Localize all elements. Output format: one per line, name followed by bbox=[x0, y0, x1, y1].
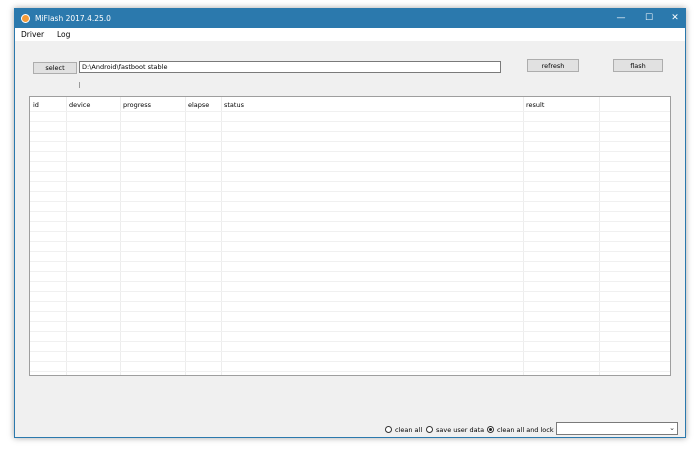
row-divider bbox=[30, 371, 670, 372]
column-header-device[interactable]: device bbox=[69, 101, 90, 109]
column-header-progress[interactable]: progress bbox=[123, 101, 151, 109]
row-divider bbox=[30, 231, 670, 232]
row-divider bbox=[30, 131, 670, 132]
row-divider bbox=[30, 361, 670, 362]
row-divider bbox=[30, 221, 670, 222]
row-divider bbox=[30, 281, 670, 282]
column-divider bbox=[599, 97, 600, 375]
app-window: MiFlash 2017.4.25.0 — ☐ ✕ Driver Log sel… bbox=[14, 8, 686, 438]
menu-log[interactable]: Log bbox=[57, 30, 70, 39]
chevron-down-icon[interactable]: ⌄ bbox=[669, 424, 675, 432]
radio-button[interactable] bbox=[426, 426, 433, 433]
row-divider bbox=[30, 261, 670, 262]
text-cursor bbox=[79, 82, 80, 88]
row-divider bbox=[30, 241, 670, 242]
row-divider bbox=[30, 171, 670, 172]
row-divider bbox=[30, 181, 670, 182]
row-divider bbox=[30, 161, 670, 162]
menu-bar: Driver Log bbox=[15, 28, 685, 41]
row-divider bbox=[30, 271, 670, 272]
row-divider bbox=[30, 301, 670, 302]
close-icon[interactable]: ✕ bbox=[661, 9, 689, 28]
row-divider bbox=[30, 201, 670, 202]
row-divider bbox=[30, 331, 670, 332]
device-table[interactable]: id device progress elapse status result bbox=[29, 96, 671, 376]
path-input[interactable] bbox=[79, 61, 501, 73]
radio-label: save user data bbox=[436, 426, 485, 434]
title-bar[interactable]: MiFlash 2017.4.25.0 — ☐ ✕ bbox=[15, 9, 685, 28]
row-divider bbox=[30, 211, 670, 212]
select-button[interactable]: select bbox=[33, 62, 77, 74]
row-divider bbox=[30, 121, 670, 122]
column-divider bbox=[120, 97, 121, 375]
radio-label: clean all bbox=[395, 426, 423, 434]
radio-label: clean all and lock bbox=[497, 426, 554, 434]
refresh-button[interactable]: refresh bbox=[527, 59, 579, 72]
minimize-icon[interactable]: — bbox=[607, 9, 635, 28]
menu-driver[interactable]: Driver bbox=[21, 30, 44, 39]
column-divider bbox=[523, 97, 524, 375]
device-combo-box[interactable]: ⌄ bbox=[556, 422, 678, 435]
window-title: MiFlash 2017.4.25.0 bbox=[35, 14, 111, 23]
column-header-status[interactable]: status bbox=[224, 101, 244, 109]
row-divider bbox=[30, 141, 670, 142]
maximize-icon[interactable]: ☐ bbox=[635, 9, 663, 28]
radio-button[interactable] bbox=[385, 426, 392, 433]
column-divider bbox=[185, 97, 186, 375]
row-divider bbox=[30, 111, 670, 112]
radio-button[interactable] bbox=[487, 426, 494, 433]
row-divider bbox=[30, 351, 670, 352]
row-divider bbox=[30, 311, 670, 312]
column-header-elapse[interactable]: elapse bbox=[188, 101, 209, 109]
column-header-result[interactable]: result bbox=[526, 101, 544, 109]
row-divider bbox=[30, 341, 670, 342]
row-divider bbox=[30, 251, 670, 252]
column-header-id[interactable]: id bbox=[33, 101, 39, 109]
row-divider bbox=[30, 291, 670, 292]
column-divider bbox=[66, 97, 67, 375]
row-divider bbox=[30, 321, 670, 322]
row-divider bbox=[30, 151, 670, 152]
row-divider bbox=[30, 191, 670, 192]
column-divider bbox=[221, 97, 222, 375]
flash-button[interactable]: flash bbox=[613, 59, 663, 72]
miflash-app-icon bbox=[21, 14, 30, 23]
